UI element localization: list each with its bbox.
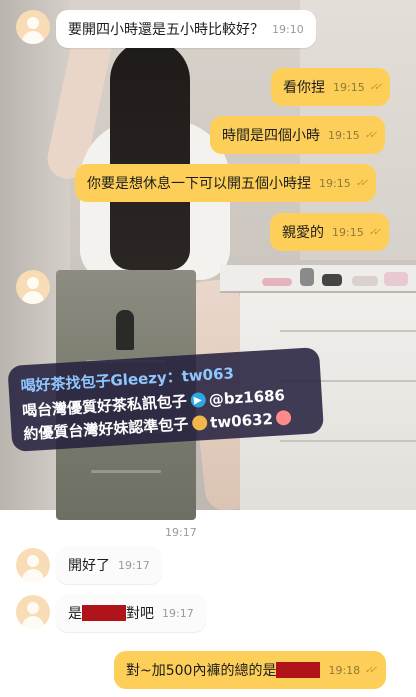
outgoing-message[interactable]: 對~加500內褲的總的是 19:18 ✓✓ — [114, 651, 386, 689]
message-time: 19:15 — [332, 225, 364, 239]
read-check-icon: ✓✓ — [367, 226, 379, 238]
contact-avatar[interactable] — [16, 548, 50, 582]
contact-avatar[interactable] — [16, 270, 50, 304]
image-message-time: 19:17 — [165, 526, 197, 539]
read-check-icon: ✓✓ — [363, 664, 376, 676]
message-text: 時間是四個小時 — [222, 128, 320, 144]
message-time: 19:18 — [328, 663, 361, 677]
contact-avatar[interactable] — [16, 595, 50, 629]
telegram-icon — [190, 392, 207, 408]
line-app-icon — [191, 414, 208, 431]
emoji-icon — [275, 409, 292, 426]
contact-avatar[interactable] — [16, 10, 50, 44]
redaction-bar — [276, 662, 321, 678]
read-check-icon: ✓✓ — [368, 81, 380, 93]
read-check-icon: ✓✓ — [363, 129, 375, 141]
message-time: 19:15 — [319, 176, 351, 190]
message-time: 19:17 — [118, 558, 150, 572]
outgoing-message[interactable]: 你要是想休息一下可以開五個小時捏 19:15 ✓✓ — [75, 164, 377, 202]
outgoing-message[interactable]: 看你捏 19:15 ✓✓ — [271, 68, 391, 106]
message-time: 19:10 — [272, 22, 304, 36]
message-text: 開好了 — [68, 558, 110, 574]
message-text-suffix: 對吧 — [126, 606, 154, 622]
message-text: 要開四小時還是五小時比較好？ — [68, 22, 264, 38]
message-text: 親愛的 — [282, 225, 324, 241]
outgoing-message[interactable]: 親愛的 19:15 ✓✓ — [270, 213, 390, 251]
redaction-bar — [82, 605, 126, 621]
incoming-message[interactable]: 要開四小時還是五小時比較好？ 19:10 — [56, 10, 316, 48]
message-text: 對~加500內褲的總的是 — [126, 663, 277, 679]
incoming-message[interactable]: 是 對吧 19:17 — [56, 594, 206, 632]
message-text-prefix: 是 — [68, 606, 82, 622]
read-check-icon: ✓✓ — [354, 177, 366, 189]
message-time: 19:17 — [162, 606, 194, 620]
message-time: 19:15 — [333, 80, 365, 94]
incoming-message[interactable]: 開好了 19:17 — [56, 546, 162, 584]
message-text: 你要是想休息一下可以開五個小時捏 — [87, 176, 311, 192]
outgoing-message[interactable]: 時間是四個小時 19:15 ✓✓ — [210, 116, 386, 154]
message-text: 看你捏 — [283, 80, 325, 96]
message-time: 19:15 — [328, 128, 360, 142]
